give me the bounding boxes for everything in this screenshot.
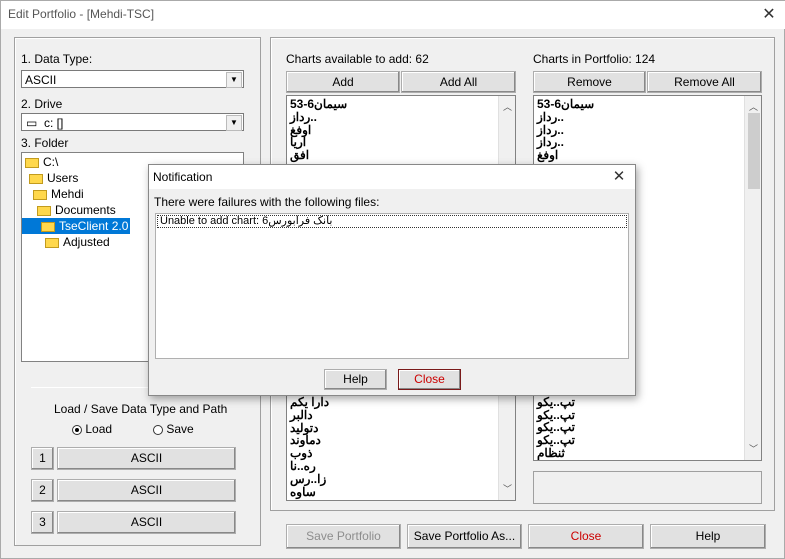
list-item[interactable]: اریا — [290, 136, 495, 149]
folder-item[interactable]: C:\ — [25, 154, 58, 170]
add-all-button[interactable]: Add All — [401, 71, 516, 93]
notification-title-bar: Notification ✕ — [149, 165, 635, 189]
list-item[interactable]: ذوب — [290, 447, 495, 460]
remove-all-button[interactable]: Remove All — [647, 71, 762, 93]
drive-value: c: [] — [44, 116, 64, 130]
folder-open-icon — [37, 205, 51, 216]
preset-2-value[interactable]: ASCII — [57, 479, 236, 502]
folder-label: 3. Folder — [21, 136, 69, 150]
list-item[interactable]: دماوند — [290, 434, 495, 447]
list-item[interactable]: ..رداز — [537, 110, 742, 124]
preset-3-button[interactable]: 3 — [31, 511, 54, 534]
list-item[interactable]: زا..رس — [290, 472, 495, 486]
close-button[interactable]: Close — [528, 524, 644, 549]
list-item[interactable]: دالبر — [290, 408, 495, 422]
list-item[interactable]: اوفغ — [290, 123, 495, 137]
folder-item-selected[interactable]: TseClient 2.0 — [22, 218, 130, 234]
list-item[interactable]: تپ..یکو — [537, 395, 742, 409]
save-radio-label: Save — [166, 422, 194, 436]
save-radio[interactable]: Save — [153, 422, 194, 436]
folder-name: Adjusted — [63, 235, 110, 249]
failures-list[interactable]: Unable to add chart: بانک فرابورس6 — [155, 213, 629, 359]
list-item[interactable]: ..رداز — [537, 123, 742, 137]
radio-checked-icon — [72, 424, 82, 435]
preset-2-button[interactable]: 2 — [31, 479, 54, 502]
save-portfolio-button[interactable]: Save Portfolio — [286, 524, 401, 549]
list-item[interactable]: سیمان6-53 — [290, 98, 495, 111]
available-bottom-items: دارا یکم دالبر دتولید دماوند ذوب ره..نا … — [290, 396, 495, 498]
folder-name: Users — [47, 171, 79, 185]
notification-help-button[interactable]: Help — [324, 369, 387, 390]
portfolio-label: Charts in Portfolio: 124 — [533, 52, 656, 66]
folder-item[interactable]: Documents — [37, 202, 116, 218]
notification-title: Notification — [153, 170, 213, 184]
add-button[interactable]: Add — [286, 71, 400, 93]
drive-select[interactable]: ▭ c: [] ▼ — [21, 113, 244, 131]
list-item[interactable]: اوفغ — [537, 149, 742, 162]
notification-dialog: Notification ✕ There were failures with … — [148, 164, 636, 396]
preset-1-value[interactable]: ASCII — [57, 447, 236, 470]
status-box — [533, 471, 762, 504]
close-icon[interactable]: ✕ — [757, 5, 781, 25]
list-item[interactable]: سیمان6-53 — [537, 98, 742, 111]
preset-1-button[interactable]: 1 — [31, 447, 54, 470]
data-type-select[interactable]: ASCII ▼ — [21, 70, 244, 88]
available-label: Charts available to add: 62 — [286, 52, 429, 66]
portfolio-scrollbar[interactable]: ︿ ﹀ — [744, 96, 761, 460]
scroll-down-icon[interactable]: ﹀ — [503, 482, 512, 495]
folder-closed-icon — [45, 237, 59, 248]
list-item[interactable]: افق — [290, 149, 495, 162]
folder-open-icon — [29, 173, 43, 184]
save-portfolio-as-button[interactable]: Save Portfolio As... — [407, 524, 522, 549]
notification-message: There were failures with the following f… — [154, 195, 380, 209]
close-icon[interactable]: ✕ — [607, 166, 631, 188]
chevron-down-icon[interactable]: ▼ — [226, 115, 242, 131]
title-bar: Edit Portfolio - [Mehdi-TSC] ✕ — [1, 1, 785, 29]
load-radio[interactable]: Load — [72, 422, 112, 436]
list-item[interactable]: ره..نا — [290, 460, 495, 473]
preset-3-value[interactable]: ASCII — [57, 511, 236, 534]
data-type-label: 1. Data Type: — [21, 52, 93, 66]
folder-name: TseClient 2.0 — [59, 219, 129, 233]
failure-item[interactable]: Unable to add chart: بانک فرابورس6 — [157, 215, 627, 228]
list-item[interactable]: دارا یکم — [290, 396, 495, 409]
radio-unchecked-icon — [153, 424, 163, 435]
folder-item[interactable]: Adjusted — [45, 234, 110, 250]
list-item[interactable]: ..رداز — [537, 136, 742, 149]
folder-open-icon — [33, 189, 47, 200]
data-type-value: ASCII — [25, 73, 57, 87]
list-item[interactable]: ..رداز — [290, 110, 495, 124]
folder-name: Mehdi — [51, 187, 84, 201]
list-item[interactable]: تپ..یکو — [537, 434, 742, 447]
chevron-down-icon[interactable]: ▼ — [226, 72, 242, 88]
notification-close-button[interactable]: Close — [398, 369, 461, 390]
list-item[interactable]: ثنظام — [537, 447, 742, 460]
drive-label: 2. Drive — [21, 97, 63, 111]
folder-name: C:\ — [43, 155, 59, 169]
load-radio-label: Load — [85, 422, 113, 436]
window-title: Edit Portfolio - [Mehdi-TSC] — [8, 7, 155, 21]
available-top-items: سیمان6-53 ..رداز اوفغ اریا افق — [290, 98, 495, 162]
folder-open-icon — [25, 157, 39, 168]
portfolio-top-items: سیمان6-53 ..رداز ..رداز ..رداز اوفغ — [537, 98, 742, 162]
folder-open-icon — [41, 221, 55, 232]
scroll-down-icon[interactable]: ﹀ — [749, 442, 758, 455]
scroll-up-icon[interactable]: ︿ — [503, 100, 512, 113]
folder-name: Documents — [55, 203, 116, 217]
scroll-thumb[interactable] — [748, 113, 760, 189]
remove-button[interactable]: Remove — [533, 71, 646, 93]
list-item[interactable]: ساوه — [290, 485, 495, 499]
folder-item[interactable]: Users — [29, 170, 78, 186]
drive-icon: ▭ — [26, 116, 38, 130]
folder-item[interactable]: Mehdi — [33, 186, 84, 202]
scroll-up-icon[interactable]: ︿ — [749, 100, 758, 113]
help-button[interactable]: Help — [650, 524, 766, 549]
load-save-label: Load / Save Data Type and Path — [54, 402, 228, 416]
